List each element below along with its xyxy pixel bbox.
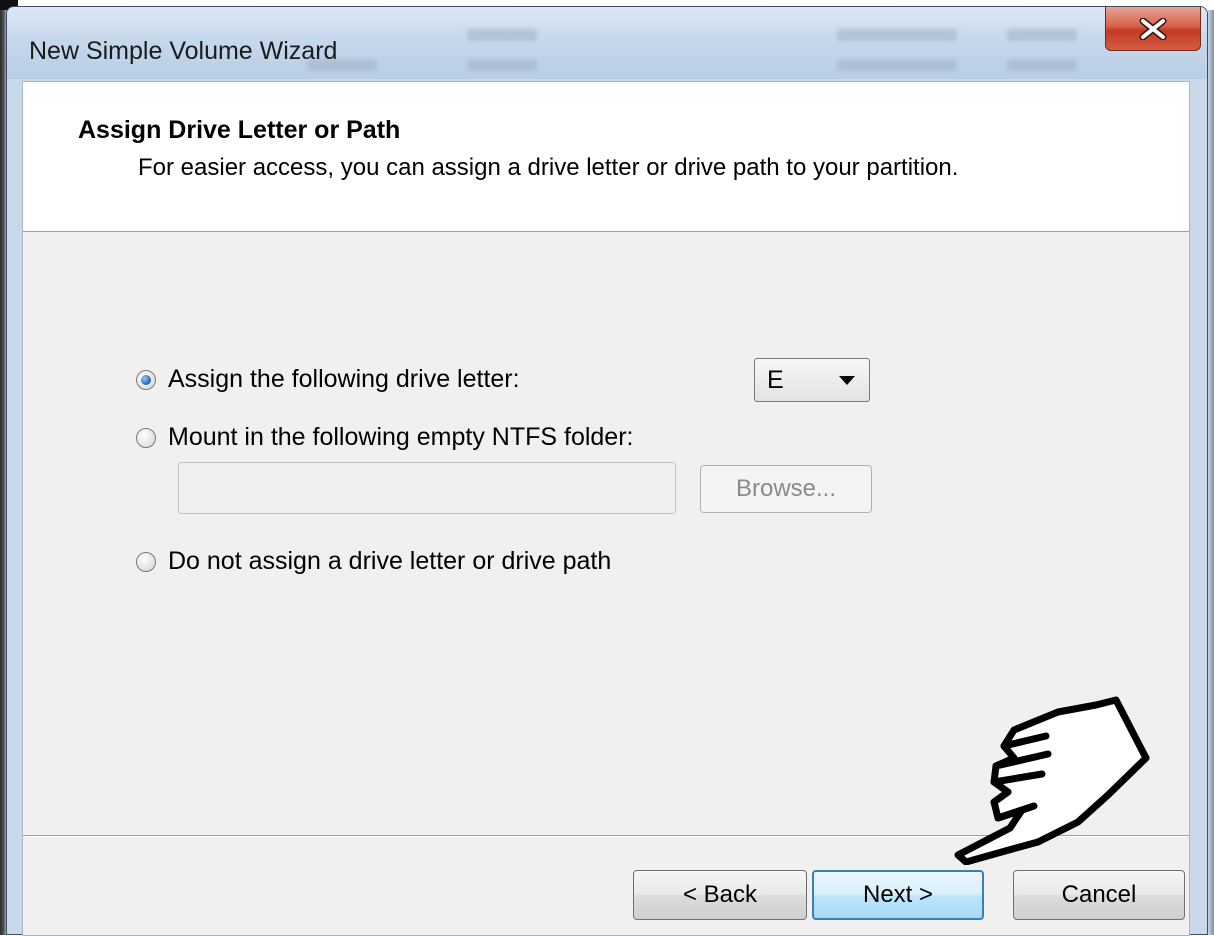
background-blur [467, 29, 537, 41]
window-title: New Simple Volume Wizard [29, 37, 338, 65]
screen-right-edge [1208, 10, 1214, 935]
background-blur [1007, 59, 1077, 71]
wizard-header: Assign Drive Letter or Path For easier a… [23, 82, 1189, 232]
dropdown-arrow-icon [839, 376, 855, 385]
option-label: Assign the following drive letter: [168, 365, 520, 393]
back-button[interactable]: < Back [633, 870, 807, 920]
option-label: Mount in the following empty NTFS folder… [168, 423, 634, 451]
option-mount-folder[interactable]: Mount in the following empty NTFS folder… [136, 423, 633, 452]
option-no-letter[interactable]: Do not assign a drive letter or drive pa… [136, 547, 611, 576]
cancel-button[interactable]: Cancel [1013, 870, 1185, 920]
close-icon [1139, 17, 1167, 40]
title-bar[interactable]: New Simple Volume Wizard [7, 7, 1207, 79]
background-blur [837, 29, 957, 41]
option-label: Do not assign a drive letter or drive pa… [168, 547, 612, 575]
background-blur [467, 59, 537, 71]
close-button[interactable] [1105, 7, 1201, 51]
radio-mount-folder[interactable] [136, 427, 156, 448]
option-assign-letter[interactable]: Assign the following drive letter: [136, 365, 520, 394]
pointing-hand-icon [954, 696, 1150, 865]
drive-letter-select[interactable]: E [754, 358, 870, 402]
drive-letter-value: E [767, 366, 784, 394]
radio-no-letter[interactable] [136, 551, 156, 572]
next-button[interactable]: Next > [812, 870, 984, 920]
page-title: Assign Drive Letter or Path [78, 116, 401, 144]
page-subtitle: For easier access, you can assign a driv… [138, 154, 959, 181]
background-blur [837, 59, 957, 71]
browse-button[interactable]: Browse... [700, 465, 872, 513]
radio-assign-letter[interactable] [136, 369, 156, 390]
background-blur [1007, 29, 1077, 41]
folder-path-field[interactable] [178, 462, 676, 514]
